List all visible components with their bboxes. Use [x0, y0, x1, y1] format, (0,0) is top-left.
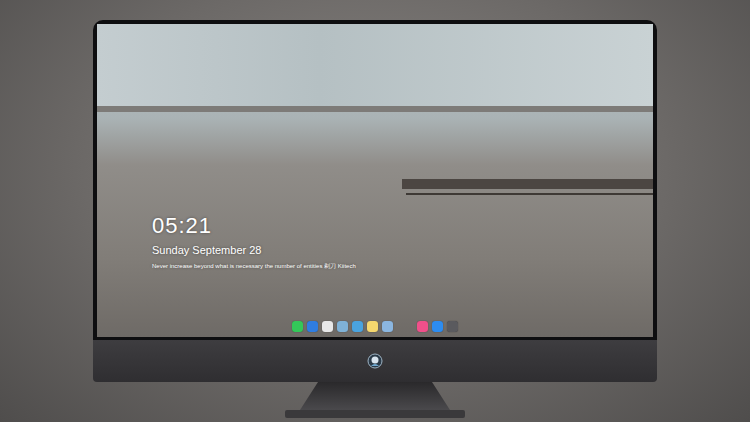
- brand-logo-icon: [367, 353, 383, 369]
- dock: [292, 321, 458, 332]
- clock-time: 05:21: [152, 213, 653, 239]
- quote-text: Never increase beyond what is necessary …: [152, 262, 653, 270]
- dock-app-icon[interactable]: [432, 321, 443, 332]
- wallpaper-table: [402, 179, 653, 189]
- dock-app-icon[interactable]: [382, 321, 393, 332]
- monitor-stand: [300, 382, 450, 410]
- dock-app-icon[interactable]: [322, 321, 333, 332]
- desktop-screen: 05:21 Sunday September 28 Never increase…: [97, 24, 653, 337]
- dock-app-icon[interactable]: [337, 321, 348, 332]
- dock-app-icon[interactable]: [352, 321, 363, 332]
- wallpaper-photo: [97, 24, 653, 337]
- dock-separator: [397, 321, 413, 332]
- dock-app-icon[interactable]: [292, 321, 303, 332]
- dock-app-icon[interactable]: [447, 321, 458, 332]
- monitor: 05:21 Sunday September 28 Never increase…: [93, 20, 657, 422]
- mockup-scene: 05:21 Sunday September 28 Never increase…: [0, 0, 750, 422]
- dock-app-icon[interactable]: [367, 321, 378, 332]
- wallpaper-window: [97, 24, 653, 112]
- clock-date: Sunday September 28: [152, 243, 653, 257]
- monitor-bezel: 05:21 Sunday September 28 Never increase…: [93, 20, 657, 340]
- monitor-foot: [285, 410, 465, 418]
- monitor-chin: [93, 340, 657, 382]
- dock-app-icon[interactable]: [417, 321, 428, 332]
- lock-screen-info: 05:21 Sunday September 28 Never increase…: [97, 24, 653, 270]
- dock-app-icon[interactable]: [307, 321, 318, 332]
